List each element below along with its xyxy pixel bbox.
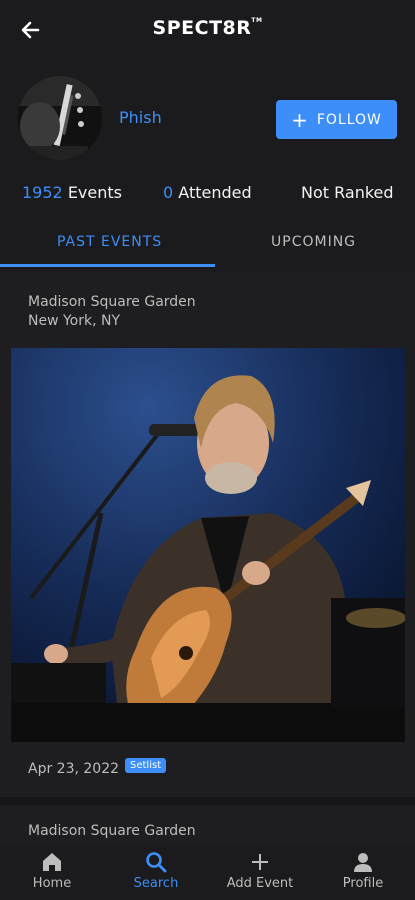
profile-icon [354, 853, 372, 872]
artist-header: Phish + FOLLOW 1952 Events 0 Attended No… [0, 62, 415, 272]
event-date: Apr 23, 2022 [28, 761, 120, 777]
events-label: Events [67, 183, 122, 202]
nav-search[interactable]: Search [104, 850, 208, 891]
event-venue: Madison Square Garden [28, 294, 196, 310]
rank-stat: Not Ranked [301, 183, 394, 202]
app-logo: SPECT8RTM [0, 17, 415, 39]
active-tab-indicator [0, 264, 215, 267]
nav-profile[interactable]: Profile [311, 850, 415, 891]
nav-search-label: Search [133, 876, 179, 891]
bottom-nav: Home Search Add Event Profile [0, 844, 415, 900]
card-divider [0, 797, 415, 805]
events-count: 1952 [22, 183, 63, 202]
event-photo [11, 348, 405, 742]
logo-trademark: TM [251, 17, 263, 24]
tab-upcoming[interactable]: UPCOMING [271, 234, 356, 250]
nav-profile-label: Profile [342, 876, 384, 891]
top-bar: SPECT8RTM [0, 0, 415, 62]
attended-stat: 0 Attended [163, 183, 252, 202]
follow-label: FOLLOW [316, 111, 382, 128]
next-event-venue[interactable]: Madison Square Garden [28, 823, 196, 839]
nav-home-label: Home [32, 876, 72, 891]
nav-add-event[interactable]: Add Event [208, 850, 312, 891]
nav-add-event-label: Add Event [226, 876, 294, 891]
attended-label: Attended [178, 183, 252, 202]
artist-name[interactable]: Phish [119, 108, 162, 127]
setlist-badge[interactable]: Setlist [125, 758, 167, 773]
logo-text: SPECT8R [152, 17, 252, 39]
follow-button[interactable]: + FOLLOW [276, 100, 397, 139]
home-icon [43, 853, 61, 871]
search-icon [146, 852, 167, 873]
nav-home[interactable]: Home [0, 850, 104, 891]
artist-avatar [18, 76, 102, 160]
add-icon [252, 854, 268, 870]
plus-icon: + [291, 107, 309, 132]
event-card[interactable]: Madison Square Garden New York, NY Apr 2… [0, 282, 415, 792]
event-location: New York, NY [28, 313, 121, 329]
tab-past-events[interactable]: PAST EVENTS [57, 234, 162, 250]
events-stat: 1952 Events [22, 183, 122, 202]
attended-count: 0 [163, 183, 174, 202]
